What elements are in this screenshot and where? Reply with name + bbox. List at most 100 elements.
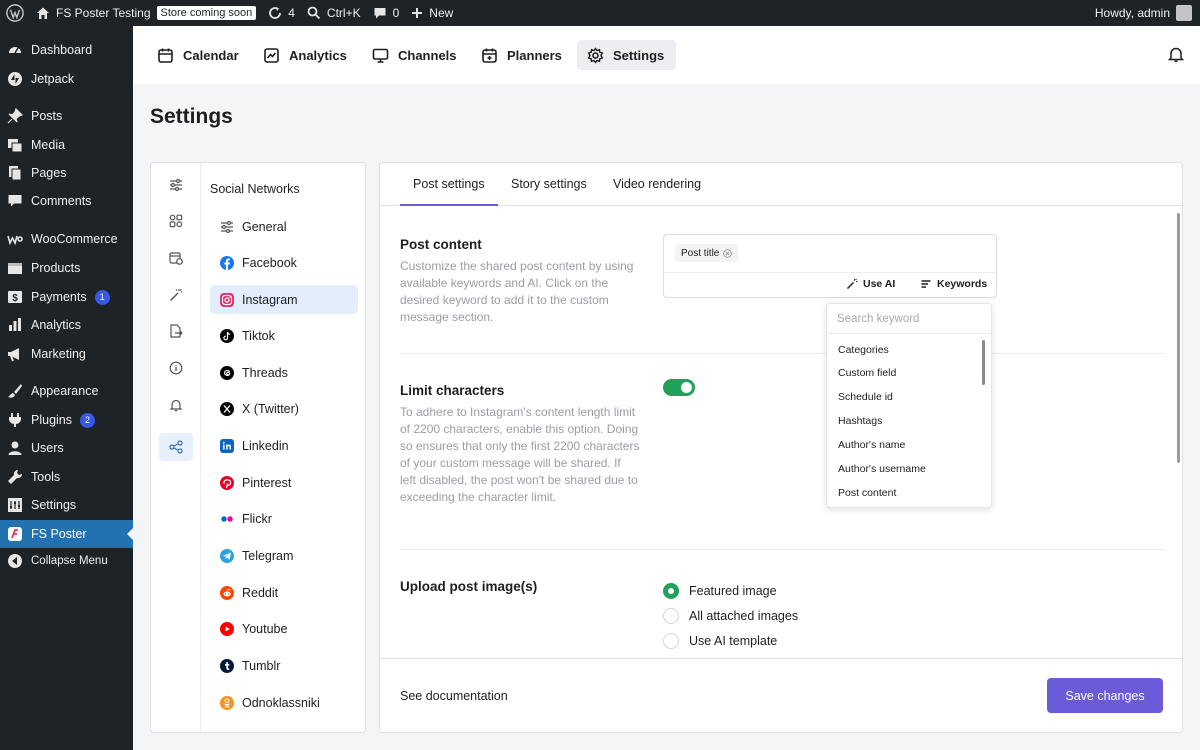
sidebar-item-settings[interactable]: Settings xyxy=(0,491,133,519)
media-icon xyxy=(7,137,23,153)
network-item-tumblr[interactable]: Tumblr xyxy=(210,651,358,680)
wordpress-logo-button[interactable] xyxy=(0,0,30,26)
rail-info[interactable] xyxy=(159,354,193,382)
keyword-option-custom-field[interactable]: Custom field xyxy=(838,367,896,379)
sidebar-item-label: Marketing xyxy=(31,347,86,361)
upload-images-title: Upload post image(s) xyxy=(400,579,538,594)
calendar-clock-icon xyxy=(169,251,183,265)
see-documentation-link[interactable]: See documentation xyxy=(400,689,508,703)
tab-label: Calendar xyxy=(183,47,239,63)
sidebar-item-appearance[interactable]: Appearance xyxy=(0,377,133,405)
radio-all-attached-images[interactable]: All attached images xyxy=(663,608,798,624)
network-item-pinterest[interactable]: Pinterest xyxy=(210,468,358,497)
network-item-odnoklassniki[interactable]: Odnoklassniki xyxy=(210,688,358,717)
tab-label: Channels xyxy=(398,47,457,63)
network-item-youtube[interactable]: Youtube xyxy=(210,614,358,643)
sidebar-item-plugins[interactable]: Plugins 2 xyxy=(0,406,133,434)
rail-notifications[interactable] xyxy=(159,391,193,419)
keyword-dropdown-scrollbar[interactable] xyxy=(982,340,985,385)
network-item-telegram[interactable]: Telegram xyxy=(210,541,358,570)
network-item-linkedin[interactable]: Linkedin xyxy=(210,431,358,460)
tab-video-rendering[interactable]: Video rendering xyxy=(600,176,714,206)
networks-title: Social Networks xyxy=(210,182,300,196)
rail-export[interactable] xyxy=(159,317,193,345)
rail-apps[interactable] xyxy=(159,207,193,235)
network-item-general[interactable]: General xyxy=(210,212,358,241)
radio-use-ai-template[interactable]: Use AI template xyxy=(663,633,777,649)
sidebar-item-users[interactable]: Users xyxy=(0,434,133,462)
sidebar-item-pages[interactable]: Pages xyxy=(0,159,133,187)
rail-general-settings[interactable] xyxy=(159,171,193,199)
network-label: Tiktok xyxy=(242,328,275,343)
notifications-button[interactable] xyxy=(1168,46,1184,68)
command-palette-link[interactable]: Ctrl+K xyxy=(301,0,367,26)
sidebar-item-dashboard[interactable]: Dashboard xyxy=(0,36,133,64)
site-name-link[interactable]: FS Poster Testing Store coming soon xyxy=(30,0,262,26)
sidebar-item-tools[interactable]: Tools xyxy=(0,463,133,491)
keywords-button[interactable]: Keywords xyxy=(920,278,987,290)
sidebar-item-jetpack[interactable]: Jetpack xyxy=(0,65,133,93)
collapse-menu-button[interactable]: Collapse Menu xyxy=(0,547,133,575)
comments-link[interactable]: 0 xyxy=(367,0,406,26)
network-item-instagram[interactable]: Instagram xyxy=(210,285,358,314)
keyword-option-authors-name[interactable]: Author's name xyxy=(838,439,905,451)
network-item-facebook[interactable]: Facebook xyxy=(210,248,358,277)
calendar-icon xyxy=(157,47,174,64)
store-status-badge[interactable]: Store coming soon xyxy=(156,6,257,20)
sidebar-item-label: Collapse Menu xyxy=(31,555,108,567)
keyword-chip[interactable]: Post title xyxy=(675,244,739,262)
fs-poster-icon xyxy=(7,526,23,542)
network-item-flickr[interactable]: Flickr xyxy=(210,504,358,533)
keyword-option-schedule-id[interactable]: Schedule id xyxy=(838,391,893,403)
tab-story-settings[interactable]: Story settings xyxy=(498,176,600,206)
sidebar-item-fs-poster[interactable]: FS Poster xyxy=(0,520,134,548)
updates-count: 4 xyxy=(288,6,295,20)
tab-channels[interactable]: Channels xyxy=(364,40,465,70)
save-changes-button[interactable]: Save changes xyxy=(1047,678,1163,713)
tab-settings[interactable]: Settings xyxy=(577,40,676,70)
network-item-x-twitter[interactable]: X (Twitter) xyxy=(210,394,358,423)
share-icon xyxy=(169,440,183,454)
calendar-plus-icon xyxy=(481,47,498,64)
list-icon xyxy=(920,278,932,290)
sidebar-item-comments[interactable]: Comments xyxy=(0,187,133,215)
network-item-tiktok[interactable]: Tiktok xyxy=(210,321,358,350)
sidebar-item-products[interactable]: Products xyxy=(0,254,133,282)
keyword-option-hashtags[interactable]: Hashtags xyxy=(838,415,882,427)
keyword-option-authors-username[interactable]: Author's username xyxy=(838,463,926,475)
sidebar-item-label: Users xyxy=(31,441,64,455)
sidebar-item-posts[interactable]: Posts xyxy=(0,102,133,130)
keyword-option-post-content[interactable]: Post content xyxy=(838,487,896,499)
content-scrollbar[interactable] xyxy=(1177,213,1180,463)
tab-analytics[interactable]: Analytics xyxy=(255,40,355,70)
rail-social-networks[interactable] xyxy=(159,433,193,461)
radio-label: Featured image xyxy=(689,584,777,598)
rail-ai[interactable] xyxy=(159,281,193,309)
sidebar-item-media[interactable]: Media xyxy=(0,131,133,159)
sidebar-item-woocommerce[interactable]: WooCommerce xyxy=(0,225,133,253)
sidebar-item-marketing[interactable]: Marketing xyxy=(0,340,133,368)
account-menu[interactable]: Howdy, admin xyxy=(1089,0,1200,26)
radio-featured-image[interactable]: Featured image xyxy=(663,583,777,599)
plugin-top-nav: Calendar Analytics Channels Planners Set… xyxy=(133,26,1200,84)
keyword-option-categories[interactable]: Categories xyxy=(838,344,889,356)
post-content-editor[interactable]: Post title Use AI Keywords xyxy=(663,234,997,298)
x-twitter-icon xyxy=(220,401,234,416)
rail-schedule[interactable] xyxy=(159,244,193,272)
sliders-icon xyxy=(169,178,183,192)
network-item-reddit[interactable]: Reddit xyxy=(210,578,358,607)
new-content-link[interactable]: New xyxy=(405,0,459,26)
tab-calendar[interactable]: Calendar xyxy=(149,40,247,70)
network-item-threads[interactable]: Threads xyxy=(210,358,358,387)
limit-characters-toggle[interactable] xyxy=(663,379,695,396)
tab-post-settings[interactable]: Post settings xyxy=(400,176,498,206)
radio-label: Use AI template xyxy=(689,634,778,648)
keyword-search-input[interactable] xyxy=(827,304,991,334)
sidebar-item-payments[interactable]: $ Payments 1 xyxy=(0,283,133,311)
updates-link[interactable]: 4 xyxy=(262,0,301,26)
chip-remove-icon[interactable] xyxy=(723,248,733,258)
sidebar-item-analytics[interactable]: Analytics xyxy=(0,311,133,339)
sidebar-item-label: Plugins xyxy=(31,413,72,427)
tab-planners[interactable]: Planners xyxy=(473,40,570,70)
use-ai-button[interactable]: Use AI xyxy=(846,278,895,290)
